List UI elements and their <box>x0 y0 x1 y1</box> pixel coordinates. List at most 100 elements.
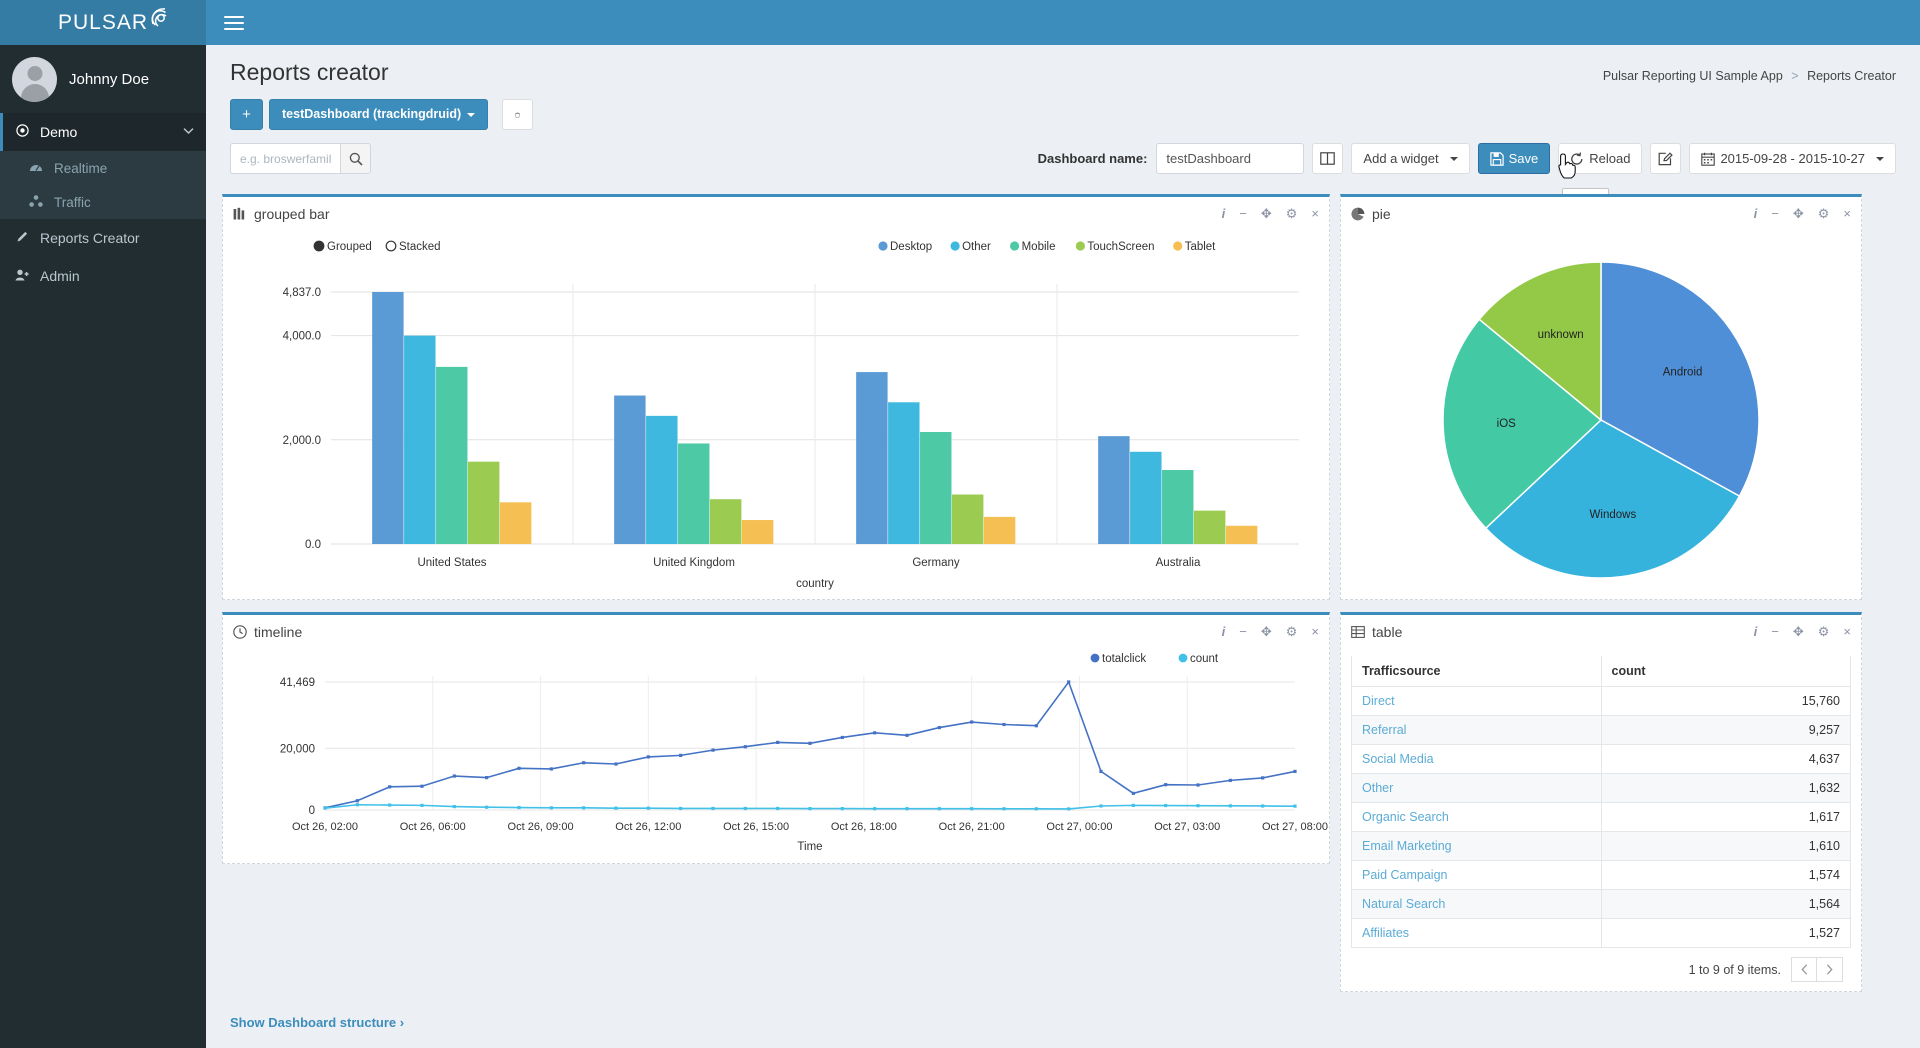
widget-info-icon[interactable]: i <box>1754 624 1758 639</box>
reload-button[interactable]: Reload <box>1558 143 1643 174</box>
data-point[interactable] <box>679 753 683 757</box>
trafficsource-link[interactable]: Other <box>1362 781 1393 795</box>
data-point[interactable] <box>420 803 424 807</box>
data-point[interactable] <box>1261 776 1265 780</box>
data-point[interactable] <box>1067 807 1071 811</box>
bar[interactable] <box>856 372 888 544</box>
table-next-page-button[interactable] <box>1817 957 1843 982</box>
bar[interactable] <box>499 502 532 544</box>
data-point[interactable] <box>970 807 974 811</box>
search-input[interactable] <box>230 143 340 174</box>
data-point[interactable] <box>420 784 424 788</box>
table-row[interactable]: Natural Search 1,564 <box>1351 889 1851 919</box>
dashboard-name-input[interactable] <box>1156 143 1305 174</box>
data-point[interactable] <box>679 806 683 811</box>
widget-settings-icon[interactable]: ⚙ <box>1818 624 1830 640</box>
hamburger-icon[interactable] <box>224 12 244 34</box>
user-panel[interactable]: Johnny Doe <box>0 45 206 113</box>
data-point[interactable] <box>549 767 553 771</box>
table-prev-page-button[interactable] <box>1791 957 1817 982</box>
bar[interactable] <box>404 335 436 544</box>
table-col-count[interactable]: count <box>1600 656 1851 687</box>
data-point[interactable] <box>1099 769 1103 774</box>
data-point[interactable] <box>840 807 844 811</box>
bar[interactable] <box>436 366 468 544</box>
data-point[interactable] <box>937 807 941 811</box>
data-point[interactable] <box>1293 804 1297 808</box>
widget-minimize-icon[interactable]: − <box>1771 206 1779 221</box>
data-point[interactable] <box>323 806 327 810</box>
data-point[interactable] <box>840 735 844 740</box>
trafficsource-link[interactable]: Organic Search <box>1362 810 1449 824</box>
data-point[interactable] <box>711 748 715 752</box>
widget-info-icon[interactable]: i <box>1222 624 1226 639</box>
data-point[interactable] <box>1261 804 1265 808</box>
widget-close-icon[interactable]: × <box>1311 624 1319 639</box>
widget-move-icon[interactable]: ✥ <box>1793 624 1804 640</box>
trafficsource-link[interactable]: Affiliates <box>1362 926 1409 940</box>
bar-mode-radio-grouped[interactable] <box>313 240 325 252</box>
data-point[interactable] <box>355 803 359 807</box>
layout-columns-button[interactable] <box>1312 143 1344 174</box>
table-row[interactable]: Affiliates 1,527 <box>1351 918 1851 948</box>
data-point[interactable] <box>970 720 974 724</box>
show-dashboard-structure-link[interactable]: Show Dashboard structure › <box>230 1015 404 1030</box>
bar[interactable] <box>614 395 646 544</box>
data-point[interactable] <box>1002 722 1006 727</box>
widget-info-icon[interactable]: i <box>1222 206 1226 221</box>
data-point[interactable] <box>711 806 715 811</box>
widget-move-icon[interactable]: ✥ <box>1261 206 1272 222</box>
widget-settings-icon[interactable]: ⚙ <box>1286 206 1298 222</box>
bar[interactable] <box>951 494 984 544</box>
widget-close-icon[interactable]: × <box>1311 206 1319 221</box>
data-point[interactable] <box>485 805 489 809</box>
widget-settings-icon[interactable]: ⚙ <box>1818 206 1830 222</box>
breadcrumb-root[interactable]: Pulsar Reporting UI Sample App <box>1603 69 1783 83</box>
add-dashboard-button[interactable]: + <box>230 99 263 130</box>
data-point[interactable] <box>485 775 489 780</box>
legend-label[interactable]: totalclick <box>1102 653 1146 665</box>
data-point[interactable] <box>1067 680 1071 684</box>
bar-mode-label[interactable]: Grouped <box>327 241 372 253</box>
data-point[interactable] <box>1293 769 1297 774</box>
data-point[interactable] <box>1002 807 1006 811</box>
timeline-chart[interactable]: totalclick count 0 20,000 41,469 Oct 26, 02:0… <box>223 648 1329 864</box>
bar[interactable] <box>467 461 500 544</box>
legend-label[interactable]: count <box>1190 653 1219 665</box>
data-point[interactable] <box>873 807 877 811</box>
widget-close-icon[interactable]: × <box>1843 206 1851 221</box>
widget-minimize-icon[interactable]: − <box>1239 624 1247 639</box>
data-point[interactable] <box>1034 724 1038 728</box>
data-point[interactable] <box>776 740 780 745</box>
data-point[interactable] <box>582 761 586 765</box>
data-point[interactable] <box>905 807 909 811</box>
table-row[interactable]: Referral 9,257 <box>1351 715 1851 745</box>
sidebar-item-demo[interactable]: Demo <box>0 113 206 151</box>
table-row[interactable]: Social Media 4,637 <box>1351 744 1851 774</box>
bar[interactable] <box>1098 436 1130 544</box>
legend-label[interactable]: Desktop <box>890 241 932 253</box>
edit-button[interactable] <box>1650 143 1682 174</box>
data-point[interactable] <box>452 774 456 778</box>
data-point[interactable] <box>905 733 909 737</box>
widget-move-icon[interactable]: ✥ <box>1261 624 1272 640</box>
data-point[interactable] <box>388 785 392 789</box>
search-button[interactable] <box>340 143 371 174</box>
table-row[interactable]: Direct 15,760 <box>1351 686 1851 716</box>
bar[interactable] <box>1225 525 1258 544</box>
delete-dashboard-button[interactable] <box>502 99 534 130</box>
bar[interactable] <box>646 415 678 544</box>
table-row[interactable]: Other 1,632 <box>1351 773 1851 803</box>
legend-label[interactable]: Tablet <box>1185 241 1216 253</box>
data-point[interactable] <box>388 803 392 807</box>
trafficsource-link[interactable]: Direct <box>1362 694 1395 708</box>
date-range-picker[interactable]: 2015-09-28 - 2015-10-27 <box>1689 143 1896 174</box>
save-button[interactable]: Save <box>1477 143 1551 174</box>
table-col-trafficsource[interactable]: Trafficsource <box>1351 656 1602 687</box>
bar[interactable] <box>741 520 774 544</box>
data-point[interactable] <box>1131 791 1135 795</box>
table-row[interactable]: Email Marketing 1,610 <box>1351 831 1851 861</box>
bar[interactable] <box>1130 451 1162 544</box>
sidebar-item-reports-creator[interactable]: Reports Creator <box>0 219 206 257</box>
trafficsource-link[interactable]: Social Media <box>1362 752 1434 766</box>
